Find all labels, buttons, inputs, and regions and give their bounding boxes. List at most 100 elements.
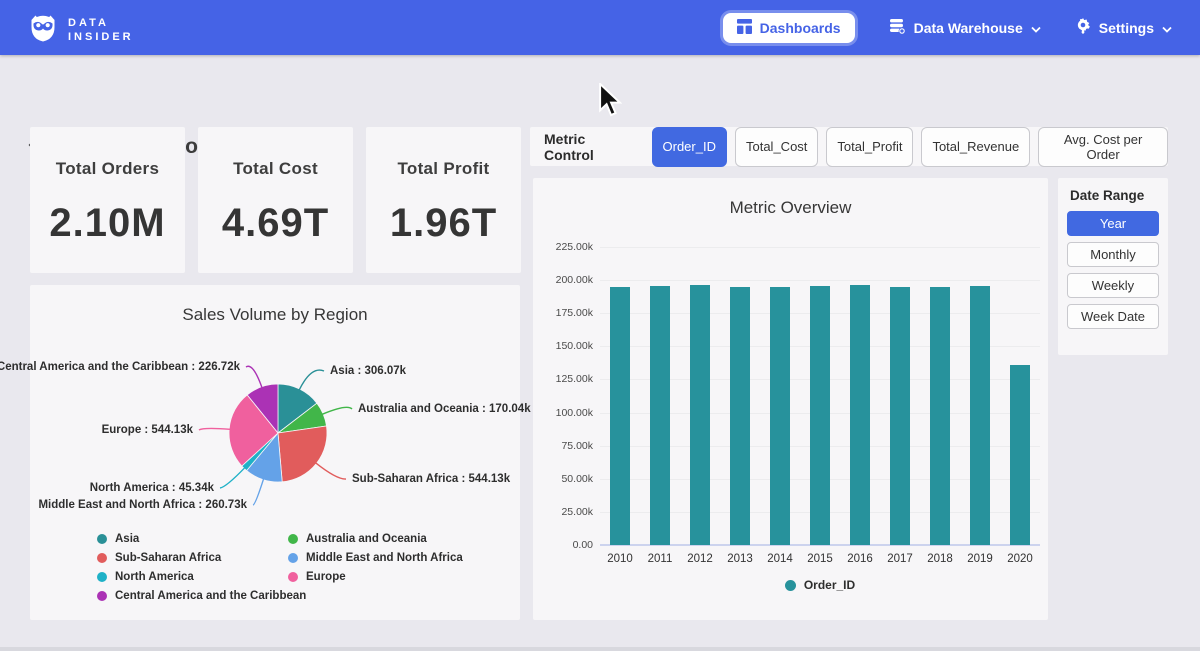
data-warehouse-menu[interactable]: Data Warehouse [889,18,1041,38]
pie-leader-line [322,407,352,414]
bar-2016[interactable] [850,285,870,545]
gear-icon [1075,18,1091,37]
metric-option-total-cost[interactable]: Total_Cost [735,127,818,167]
brand-text: DATA INSIDER [68,16,134,44]
pie-legend-item-asia[interactable]: Asia [97,533,288,545]
pie-legend-item-sub-saharan-africa[interactable]: Sub-Saharan Africa [97,552,288,564]
y-axis-tick: 225.00k [541,241,593,253]
legend-dot [288,572,298,582]
kpi-value: 4.69T [198,201,353,246]
x-axis-tick: 2015 [800,553,840,565]
pie-slice-sub-saharan-africa[interactable] [278,426,327,482]
legend-label: Asia [115,533,139,545]
x-axis-tick: 2010 [600,553,640,565]
date-range-panel: Date Range Year Monthly Weekly Week Date [1058,178,1168,355]
metric-option-avg-cost-per-order[interactable]: Avg. Cost per Order [1038,127,1168,167]
pie-legend-item-middle-east-and-north-africa[interactable]: Middle East and North Africa [288,552,463,564]
page-header: Sales Dashboard Add Filter Boost: Off [0,55,1200,117]
dashboards-label: Dashboards [760,20,841,36]
bar-2010[interactable] [610,287,630,546]
date-range-option-monthly[interactable]: Monthly [1067,242,1159,267]
bar-chart-plot: 0.0025.00k50.00k75.00k100.00k125.00k150.… [533,178,1048,620]
pie-legend-item-europe[interactable]: Europe [288,571,463,583]
gridline [600,247,1040,248]
kpi-label: Total Orders [30,159,185,179]
dashboards-button[interactable]: Dashboards [723,13,855,43]
date-range-option-weekly[interactable]: Weekly [1067,273,1159,298]
legend-label: Middle East and North Africa [306,552,463,564]
dashboard-grid-icon [737,19,752,37]
pie-leader-line [220,468,245,488]
bar-2015[interactable] [810,286,830,545]
y-axis-tick: 0.00 [541,539,593,551]
bar-chart-legend[interactable]: Order_ID [600,578,1040,592]
bottom-strip [0,647,1200,651]
legend-dot [288,553,298,563]
date-range-options: Year Monthly Weekly Week Date [1067,211,1159,329]
pie-legend: Asia Australia and Oceania Sub-Saharan Afr… [97,533,463,602]
y-axis-tick: 125.00k [541,373,593,385]
database-icon [889,18,906,38]
bar-2013[interactable] [730,287,750,545]
pie-leader-line [253,479,264,505]
pie-label-asia: Asia : 306.07k [330,365,406,377]
metric-option-total-revenue[interactable]: Total_Revenue [921,127,1030,167]
pie-chart-card: Sales Volume by Region Asia : 306.07kAus… [30,285,520,620]
legend-dot [97,572,107,582]
date-range-option-week-date[interactable]: Week Date [1067,304,1159,329]
metric-control-options: Order_IDTotal_CostTotal_ProfitTotal_Reve… [652,127,1168,167]
metric-option-order-id[interactable]: Order_ID [652,127,727,167]
x-axis-tick: 2014 [760,553,800,565]
metric-option-total-profit[interactable]: Total_Profit [826,127,913,167]
kpi-card-total-cost: Total Cost 4.69T [198,127,353,273]
nav-right: Dashboards Data Warehouse [723,0,1172,55]
top-navbar: DATA INSIDER Dashboards [0,0,1200,55]
owl-logo-icon [28,11,58,48]
bar-2018[interactable] [930,287,950,545]
pie-legend-item-australia-and-oceania[interactable]: Australia and Oceania [288,533,463,545]
bar-2012[interactable] [690,285,710,545]
bar-chart-card: Metric Overview 0.0025.00k50.00k75.00k10… [533,178,1048,620]
x-axis-tick: 2020 [1000,553,1040,565]
date-range-label: Date Range [1070,188,1159,203]
pie-leader-line [246,366,262,387]
kpi-value: 2.10M [30,201,185,246]
bar-2011[interactable] [650,286,670,545]
settings-menu[interactable]: Settings [1075,18,1172,37]
legend-label: Australia and Oceania [306,533,427,545]
legend-dot [97,591,107,601]
pie-label-middle-east-and-north-africa: Middle East and North Africa : 260.73k [38,499,247,511]
gridline [600,280,1040,281]
pie-leader-line [299,370,324,390]
settings-label: Settings [1099,20,1154,36]
y-axis-tick: 100.00k [541,407,593,419]
pie-legend-item-central-america-and-the-caribbean[interactable]: Central America and the Caribbean [97,590,288,602]
date-range-option-year[interactable]: Year [1067,211,1159,236]
chevron-down-icon [1162,20,1172,36]
pie-label-sub-saharan-africa: Sub-Saharan Africa : 544.13k [352,473,510,485]
metric-control-label: Metric Control [544,131,638,163]
legend-dot [97,553,107,563]
legend-label: Sub-Saharan Africa [115,552,221,564]
y-axis-tick: 50.00k [541,473,593,485]
bar-2017[interactable] [890,287,910,545]
legend-label: Europe [306,571,346,583]
bar-2019[interactable] [970,286,990,545]
kpi-label: Total Cost [198,159,353,179]
legend-label: North America [115,571,194,583]
pie-leader-line [316,463,346,479]
legend-dot [785,580,796,591]
app-root: DATA INSIDER Dashboards [0,0,1200,651]
pie-chart-title: Sales Volume by Region [30,285,520,325]
pie-chart-area: Asia : 306.07kAustralia and Oceania : 17… [30,340,520,520]
legend-label: Order_ID [804,578,855,592]
x-axis-tick: 2018 [920,553,960,565]
legend-dot [288,534,298,544]
legend-dot [97,534,107,544]
kpi-card-total-profit: Total Profit 1.96T [366,127,521,273]
bar-2014[interactable] [770,287,790,545]
brand[interactable]: DATA INSIDER [28,11,134,48]
pie-legend-item-north-america[interactable]: North America [97,571,288,583]
bar-2020[interactable] [1010,365,1030,545]
metric-control-bar: Metric Control Order_IDTotal_CostTotal_P… [530,127,1168,166]
